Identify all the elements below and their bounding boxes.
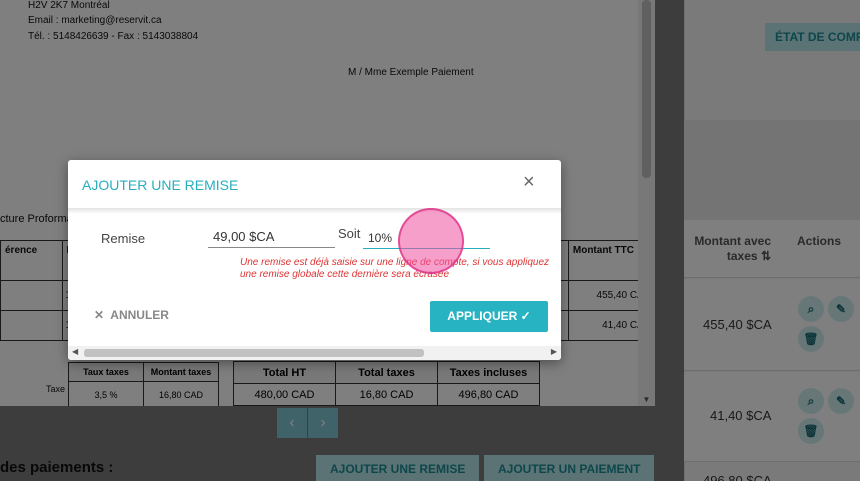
scrollbar-thumb[interactable] xyxy=(84,349,424,357)
scroll-left-arrow[interactable]: ◀ xyxy=(72,347,78,356)
close-icon[interactable]: × xyxy=(523,172,535,192)
add-discount-dialog: AJOUTER UNE REMISE × Remise Soit Une rem… xyxy=(68,160,561,360)
click-indicator xyxy=(398,208,464,274)
remise-input[interactable] xyxy=(208,226,335,248)
warning-message: Une remise est déjà saisie sur une ligne… xyxy=(240,257,561,281)
cancel-label: ANNULER xyxy=(110,308,169,322)
check-icon: ✓ xyxy=(520,309,531,323)
remise-label: Remise xyxy=(101,231,146,246)
dialog-horizontal-scrollbar[interactable]: ◀ ▶ xyxy=(68,346,561,360)
warning-line: Une remise est déjà saisie sur une ligne… xyxy=(240,257,550,268)
apply-button[interactable]: APPLIQUER ✓ xyxy=(430,301,548,332)
dialog-divider xyxy=(68,208,561,214)
warning-line: une remise globale cette dernière sera é… xyxy=(240,269,450,280)
cancel-button[interactable]: ✕ ANNULER xyxy=(94,308,169,322)
soit-label: Soit xyxy=(338,226,361,241)
scroll-right-arrow[interactable]: ▶ xyxy=(551,347,557,356)
dialog-title: AJOUTER UNE REMISE xyxy=(82,177,239,193)
apply-label: APPLIQUER xyxy=(447,309,518,323)
close-icon: ✕ xyxy=(94,308,105,322)
